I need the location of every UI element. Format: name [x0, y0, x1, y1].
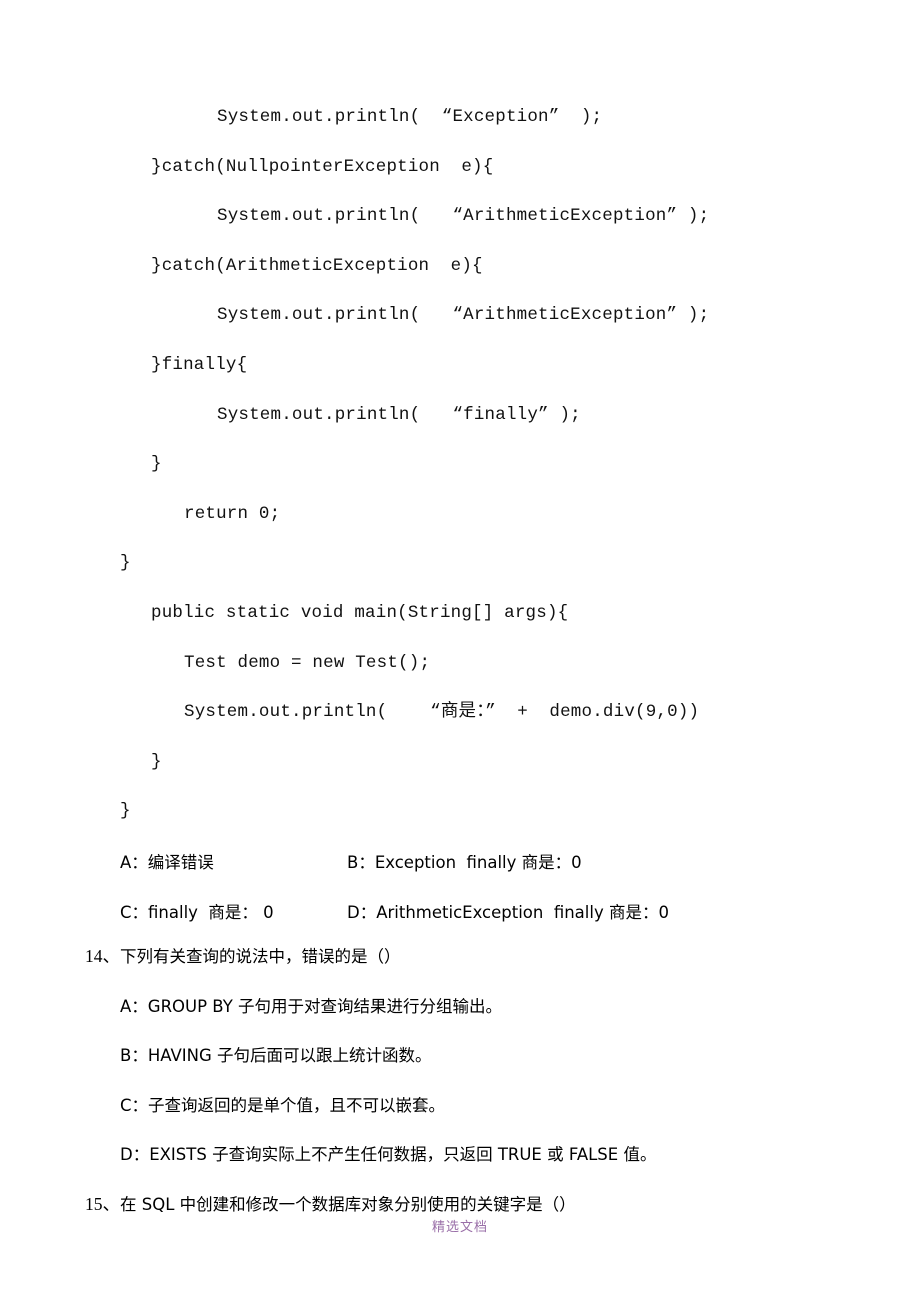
page-watermark: 精选文档	[431, 1220, 488, 1235]
code-line: }catch(NullpointerException e){	[151, 156, 494, 177]
code-line: }	[120, 801, 131, 822]
question-15-stem-text: 在 SQL 中创建和修改一个数据库对象分别使用的关键字是（）	[120, 1195, 576, 1214]
code-line: System.out.println( “finally” );	[217, 404, 581, 425]
code-line: }	[120, 553, 131, 574]
code-line: return 0;	[184, 503, 281, 524]
question-14-option-a[interactable]: A：GROUP BY 子句用于对查询结果进行分组输出。	[0, 982, 920, 1032]
question-14: 14、下列有关查询的说法中，错误的是（） A：GROUP BY 子句用于对查询结…	[0, 932, 920, 1180]
question-14-option-c[interactable]: C：子查询返回的是单个值，且不可以嵌套。	[0, 1081, 920, 1131]
question-14-stem-text: 下列有关查询的说法中，错误的是（）	[120, 947, 401, 966]
question-13-options: A：编译错误 B：Exception finally 商是：0 C：finall…	[0, 838, 920, 937]
code-line: System.out.println( “ArithmeticException…	[217, 305, 710, 326]
option-b[interactable]: B：Exception finally 商是：0	[347, 838, 582, 888]
document-page: System.out.println( “Exception” ); }catc…	[0, 0, 920, 1302]
option-row: C：finally 商是： 0 D：ArithmeticException fi…	[0, 888, 920, 938]
code-line: }catch(ArithmeticException e){	[151, 255, 483, 276]
question-14-option-b[interactable]: B：HAVING 子句后面可以跟上统计函数。	[0, 1031, 920, 1081]
code-line: System.out.println( “Exception” );	[217, 107, 603, 127]
code-line: System.out.println( “ArithmeticException…	[217, 206, 710, 227]
option-row: A：编译错误 B：Exception finally 商是：0	[0, 838, 920, 888]
question-15-number: 15、	[85, 1194, 120, 1214]
question-14-stem: 14、下列有关查询的说法中，错误的是（）	[0, 932, 920, 982]
code-line: Test demo = new Test();	[184, 652, 431, 673]
question-14-number: 14、	[85, 946, 120, 966]
code-line: public static void main(String[] args){	[151, 602, 569, 623]
option-d[interactable]: D：ArithmeticException finally 商是：0	[347, 888, 669, 938]
code-line: }	[151, 454, 162, 475]
code-line: }	[151, 751, 162, 772]
code-line: System.out.println( “商是：” + demo.div(9,0…	[184, 702, 700, 723]
option-c[interactable]: C：finally 商是： 0	[120, 888, 274, 938]
option-a[interactable]: A：编译错误	[120, 838, 214, 888]
code-line: }finally{	[151, 354, 248, 375]
java-code-block: System.out.println( “Exception” ); }catc…	[0, 93, 920, 837]
question-14-option-d[interactable]: D：EXISTS 子查询实际上不产生任何数据，只返回 TRUE 或 FALSE …	[0, 1130, 920, 1180]
